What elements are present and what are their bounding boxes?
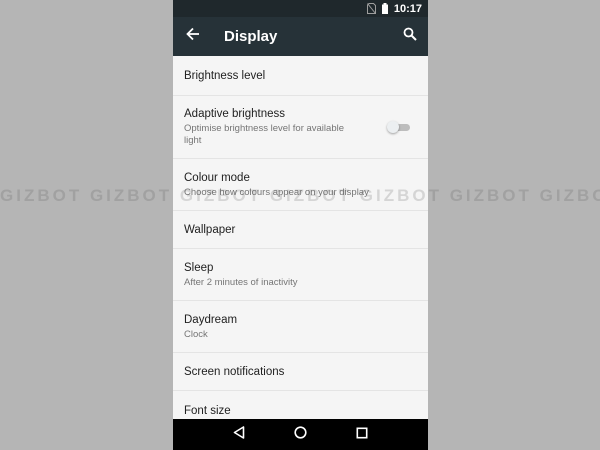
setting-screen-notifications[interactable]: Screen notifications xyxy=(173,353,428,391)
setting-label: Font size xyxy=(184,404,231,417)
adaptive-brightness-toggle[interactable] xyxy=(387,121,411,133)
home-circle-icon xyxy=(294,425,307,444)
setting-label: Colour mode xyxy=(184,171,250,184)
setting-summary: Choose how colours appear on your displa… xyxy=(184,186,369,198)
back-button[interactable] xyxy=(173,17,213,56)
setting-label: Daydream xyxy=(184,313,238,326)
toggle-thumb xyxy=(387,121,399,133)
nav-home-button[interactable] xyxy=(285,419,315,450)
app-toolbar: Display xyxy=(173,17,428,56)
navigation-bar xyxy=(173,419,428,450)
settings-list: Brightness level Adaptive brightness Opt… xyxy=(173,56,428,419)
status-bar: 10:17 xyxy=(173,0,428,17)
setting-adaptive-brightness[interactable]: Adaptive brightness Optimise brightness … xyxy=(173,96,428,159)
search-button[interactable] xyxy=(392,17,428,56)
search-icon xyxy=(403,27,417,46)
setting-daydream[interactable]: Daydream Clock xyxy=(173,301,428,353)
setting-label: Brightness level xyxy=(184,69,266,82)
recents-square-icon xyxy=(356,426,368,444)
status-time: 10:17 xyxy=(393,2,422,15)
setting-label: Wallpaper xyxy=(184,223,236,236)
setting-wallpaper[interactable]: Wallpaper xyxy=(173,211,428,249)
setting-label: Sleep xyxy=(184,261,214,274)
setting-summary: After 2 minutes of inactivity xyxy=(184,276,298,288)
setting-font-size[interactable]: Font size xyxy=(173,391,428,419)
arrow-left-icon xyxy=(186,27,200,46)
setting-brightness-level[interactable]: Brightness level xyxy=(173,56,428,96)
nav-recents-button[interactable] xyxy=(347,419,377,450)
battery-icon xyxy=(381,3,388,14)
page-title: Display xyxy=(224,28,278,45)
nav-back-button[interactable] xyxy=(224,419,254,450)
setting-colour-mode[interactable]: Colour mode Choose how colours appear on… xyxy=(173,159,428,211)
setting-label: Screen notifications xyxy=(184,365,285,378)
no-sim-icon xyxy=(366,3,376,14)
setting-sleep[interactable]: Sleep After 2 minutes of inactivity xyxy=(173,249,428,301)
setting-label: Adaptive brightness xyxy=(184,108,286,120)
back-triangle-icon xyxy=(233,425,245,444)
setting-summary: Optimise brightness level for available … xyxy=(184,123,344,146)
phone-screen: 10:17 Display Brightness level Adaptive … xyxy=(173,0,428,450)
setting-summary: Clock xyxy=(184,328,208,340)
